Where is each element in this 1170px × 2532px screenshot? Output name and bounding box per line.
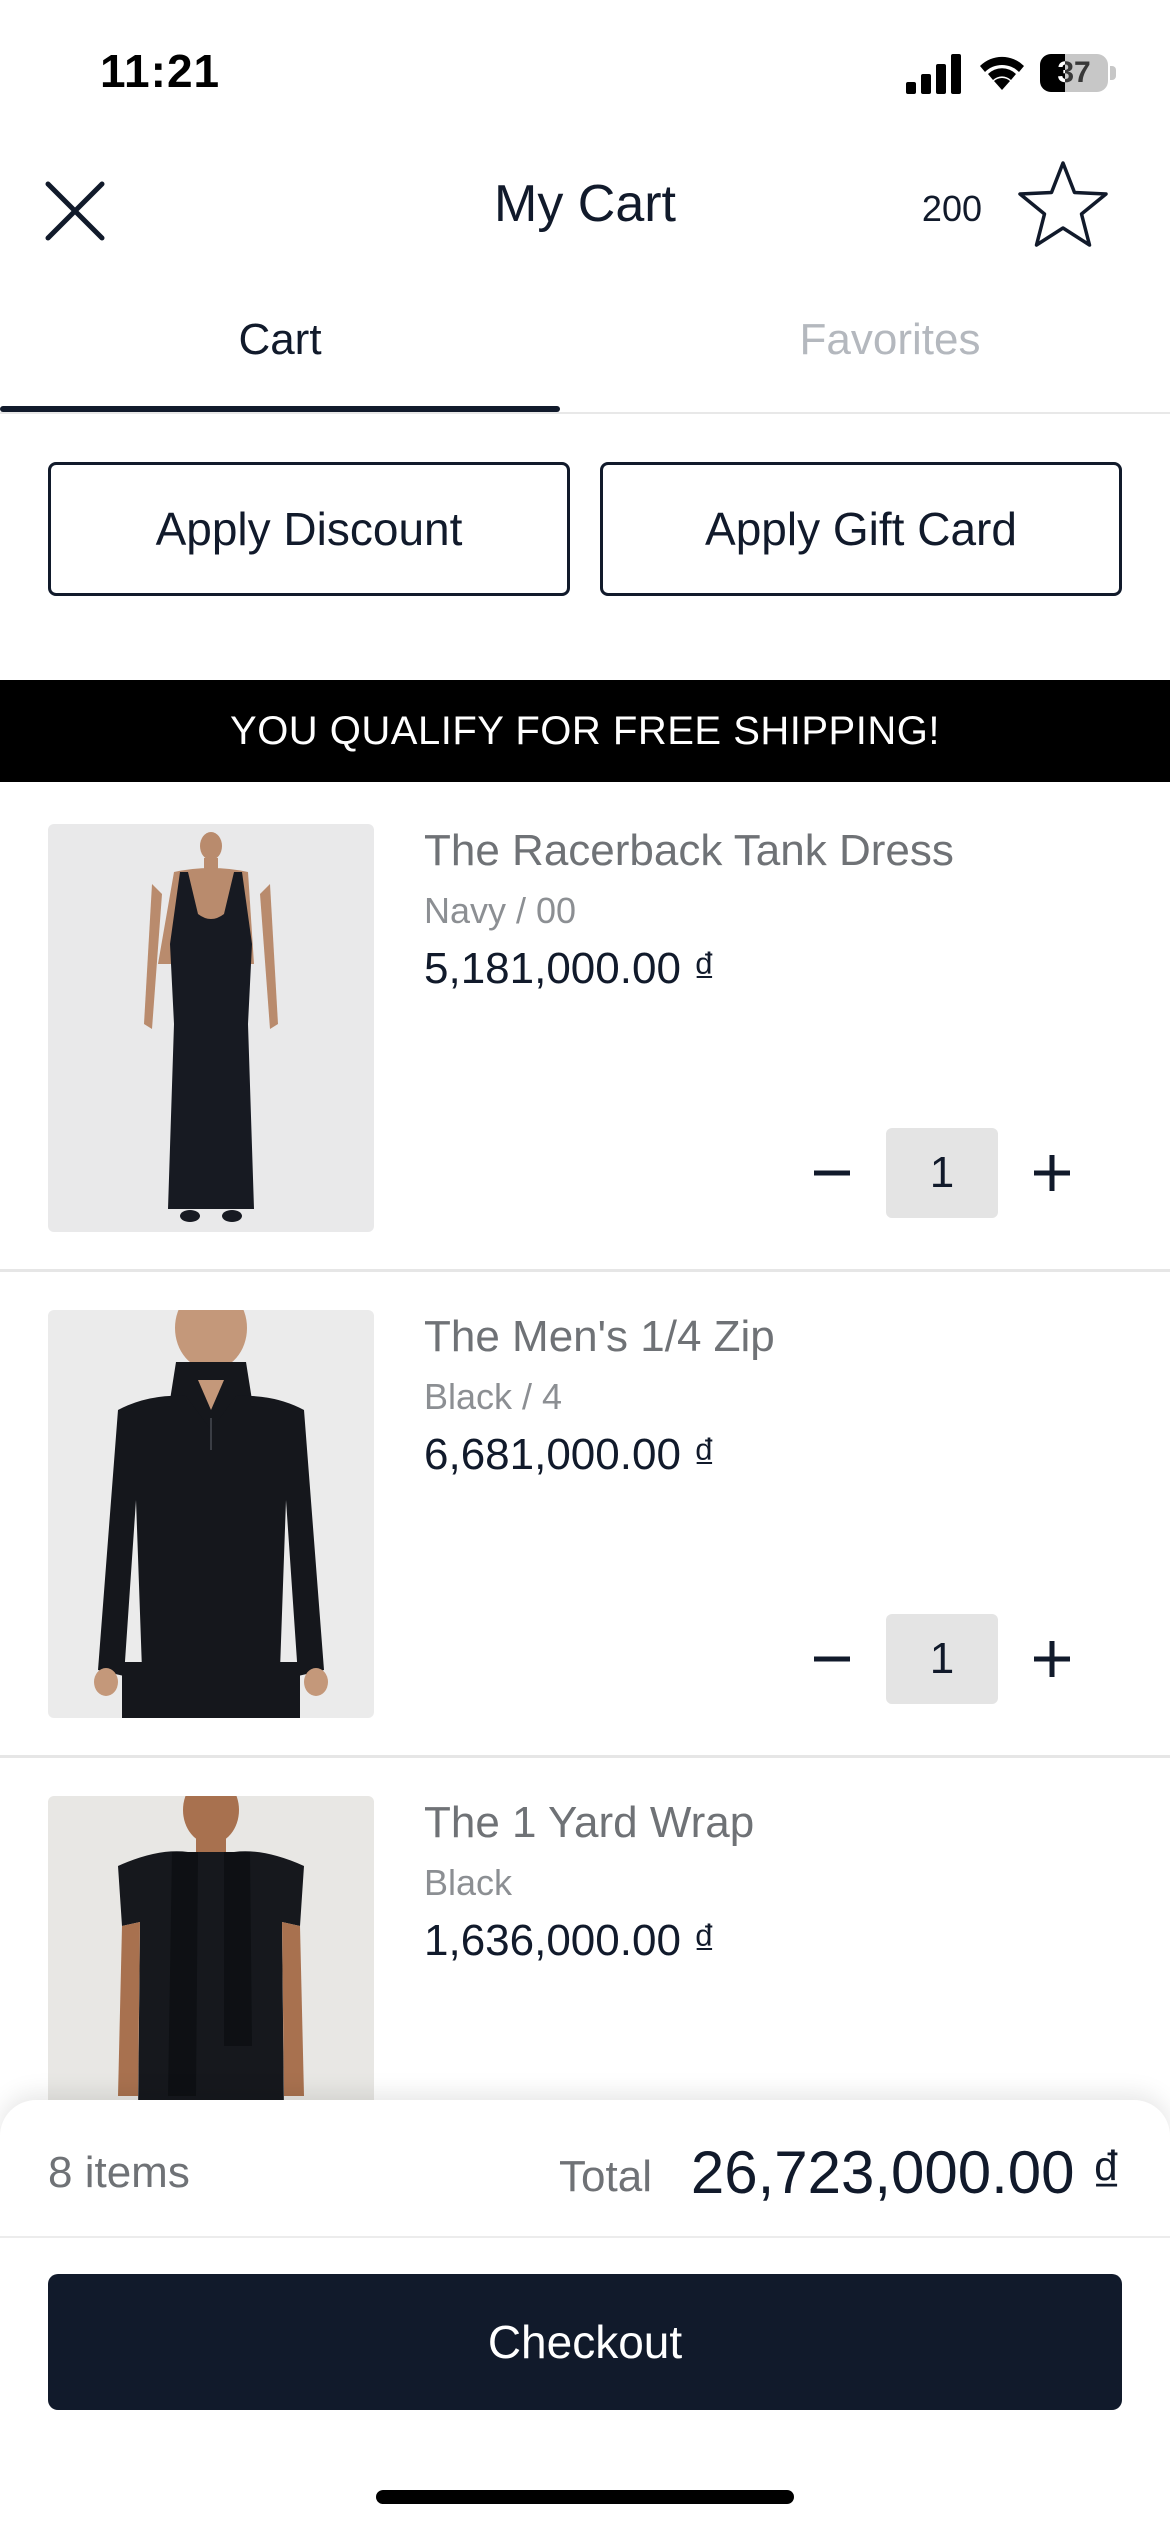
product-image[interactable] — [48, 1310, 374, 1718]
tab-cart[interactable]: Cart — [0, 280, 560, 414]
quantity-value: 1 — [886, 1128, 998, 1218]
item-price: 5,181,000.00 ₫ — [424, 944, 716, 993]
cellular-signal-icon — [906, 54, 961, 94]
free-shipping-banner: YOU QUALIFY FOR FREE SHIPPING! — [0, 680, 1170, 782]
item-variant: Black / 4 — [424, 1376, 563, 1417]
decrease-quantity-button[interactable] — [800, 1614, 864, 1704]
apply-gift-card-button[interactable]: Apply Gift Card — [600, 462, 1122, 596]
item-name[interactable]: The Men's 1/4 Zip — [424, 1312, 775, 1362]
status-time: 11:21 — [100, 45, 221, 97]
item-name[interactable]: The Racerback Tank Dress — [424, 826, 954, 876]
quantity-value: 1 — [886, 1614, 998, 1704]
tab-bar: Cart Favorites — [0, 280, 1170, 414]
item-name[interactable]: The 1 Yard Wrap — [424, 1798, 754, 1848]
decrease-quantity-button[interactable] — [800, 1128, 864, 1218]
cart-item: The Racerback Tank Dress Navy / 00 5,181… — [0, 786, 1170, 1272]
home-indicator — [376, 2490, 794, 2504]
item-variant: Black — [424, 1862, 513, 1903]
star-outline-icon[interactable] — [1016, 158, 1110, 252]
total-label: Total — [559, 2152, 652, 2201]
item-price: 6,681,000.00 ₫ — [424, 1430, 716, 1479]
item-variant: Navy / 00 — [424, 890, 577, 931]
total-value: 26,723,000.00 ₫ — [690, 2139, 1122, 2206]
increase-quantity-button[interactable] — [1020, 1614, 1084, 1704]
cart-item: The Men's 1/4 Zip Black / 4 6,681,000.00… — [0, 1272, 1170, 1758]
status-bar: 11:21 37 — [0, 0, 1170, 140]
page-title: My Cart — [494, 175, 676, 233]
item-count: 8 items — [48, 2148, 190, 2197]
checkout-button[interactable]: Checkout — [48, 2274, 1122, 2410]
tab-indicator — [0, 406, 560, 412]
item-price: 1,636,000.00 ₫ — [424, 1916, 716, 1965]
wifi-icon — [980, 56, 1024, 90]
tab-favorites[interactable]: Favorites — [610, 280, 1170, 414]
checkout-summary-sheet: 8 items Total 26,723,000.00 ₫ Checkout — [0, 2100, 1170, 2532]
product-image[interactable] — [48, 824, 374, 1232]
points-count: 200 — [921, 188, 982, 229]
increase-quantity-button[interactable] — [1020, 1128, 1084, 1218]
battery-icon: 37 — [1040, 54, 1116, 92]
summary-row: 8 items Total 26,723,000.00 ₫ — [0, 2100, 1170, 2238]
header: My Cart 200 — [0, 140, 1170, 270]
battery-level: 37 — [1057, 56, 1091, 89]
apply-discount-button[interactable]: Apply Discount — [48, 462, 570, 596]
